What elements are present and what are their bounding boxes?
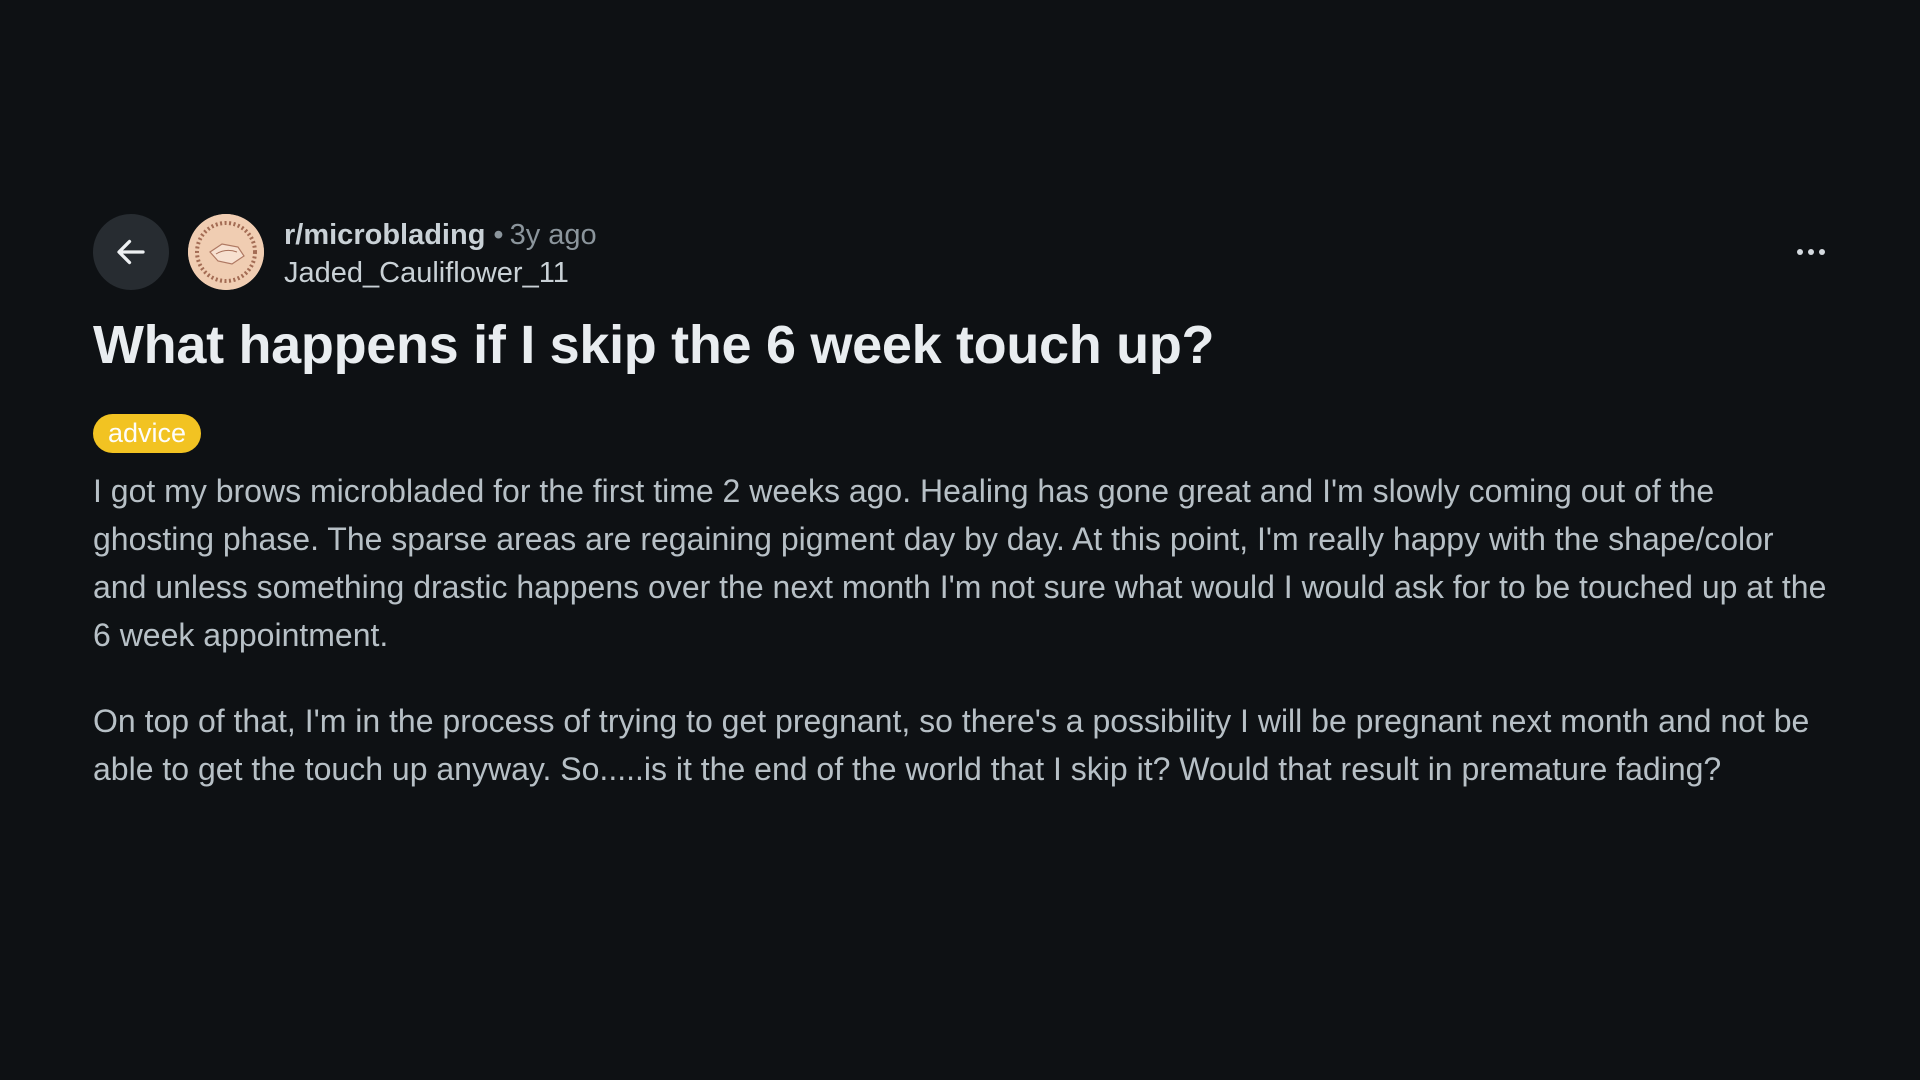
more-dot-icon — [1808, 249, 1814, 255]
more-options-button[interactable] — [1789, 232, 1833, 272]
post-container: r/microblading • 3y ago Jaded_Cauliflower_… — [93, 214, 1833, 793]
post-header: r/microblading • 3y ago Jaded_Cauliflower_… — [93, 214, 1833, 292]
post-time: 3y ago — [509, 219, 597, 251]
flair-badge[interactable]: advice — [93, 414, 202, 453]
post-title: What happens if I skip the 6 week touch … — [93, 315, 1215, 375]
body-paragraph: I got my brows microbladed for the first… — [93, 473, 1827, 653]
post-body: I got my brows microbladed for the first… — [93, 467, 1833, 793]
more-dot-icon — [1819, 249, 1825, 255]
post-meta: r/microblading • 3y ago Jaded_Cauliflower_… — [284, 217, 597, 291]
body-paragraph: On top of that, I'm in the process of tr… — [93, 703, 1810, 787]
avatar-logo — [188, 214, 264, 290]
meta-separator: • — [493, 219, 504, 251]
author-link[interactable]: Jaded_Cauliflower_11 — [284, 255, 597, 291]
subreddit-link[interactable]: r/microblading — [284, 219, 485, 251]
arrow-left-icon — [117, 239, 145, 265]
subreddit-avatar[interactable] — [188, 214, 264, 290]
meta-line: r/microblading • 3y ago — [284, 217, 597, 253]
back-button[interactable] — [93, 214, 169, 290]
more-dot-icon — [1797, 249, 1803, 255]
